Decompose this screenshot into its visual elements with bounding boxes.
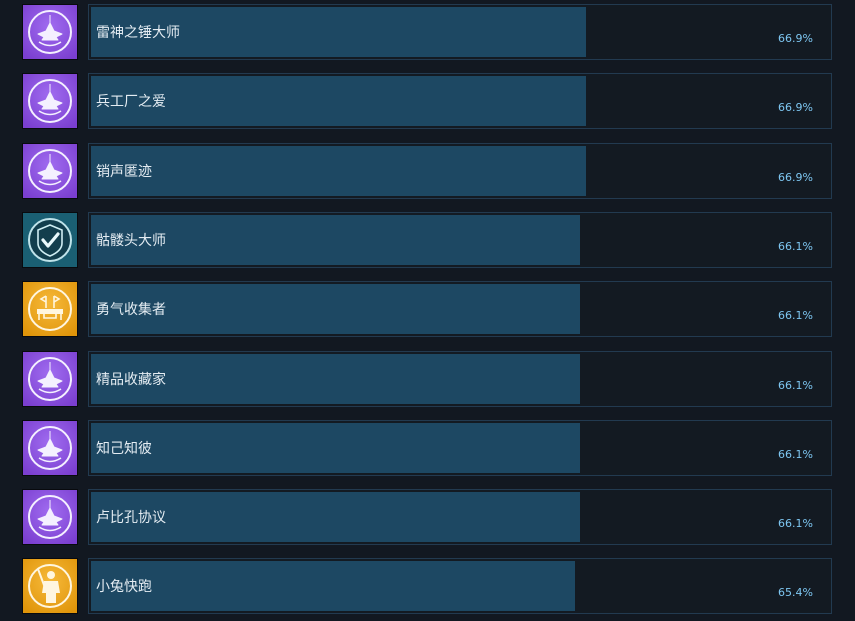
achievement-row: 销声匿迹 66.9% [0, 143, 855, 205]
achievement-percent: 66.1% [778, 379, 813, 392]
achievement-name: 精品收藏家 [96, 372, 166, 388]
achievement-row: 卢比孔协议 66.1% [0, 489, 855, 551]
soldier-icon [22, 558, 78, 614]
tower-icon [22, 420, 78, 476]
achievement-name: 销声匿迹 [96, 164, 152, 180]
checkmark-shield-icon [22, 212, 78, 268]
tower-icon [22, 73, 78, 129]
achievement-percent: 66.1% [778, 517, 813, 530]
progress-bar: 骷髅头大师 66.1% [88, 212, 832, 268]
achievement-row: 雷神之锤大师 66.9% [0, 4, 855, 66]
progress-bar: 小兔快跑 65.4% [88, 558, 832, 614]
achievement-name: 骷髅头大师 [96, 233, 166, 249]
tower-icon [22, 143, 78, 199]
achievement-row: 骷髅头大师 66.1% [0, 212, 855, 274]
achievement-name: 知己知彼 [96, 441, 152, 457]
achievement-name: 卢比孔协议 [96, 510, 166, 526]
achievement-percent: 66.9% [778, 32, 813, 45]
achievement-row: 知己知彼 66.1% [0, 420, 855, 482]
tower-icon [22, 489, 78, 545]
achievement-percent: 66.1% [778, 240, 813, 253]
achievement-row: 精品收藏家 66.1% [0, 351, 855, 413]
achievement-percent: 65.4% [778, 586, 813, 599]
achievement-row: 小兔快跑 65.4% [0, 558, 855, 620]
achievement-row: 勇气收集者 66.1% [0, 281, 855, 343]
achievement-row: 兵工厂之爱 66.9% [0, 73, 855, 135]
progress-bar: 销声匿迹 66.9% [88, 143, 832, 199]
progress-bar: 雷神之锤大师 66.9% [88, 4, 832, 60]
tower-icon [22, 351, 78, 407]
achievement-list: 雷神之锤大师 66.9% 兵工厂之爱 66.9% 销声匿迹 66.9% 骷髅头大师 66.1%… [0, 0, 855, 621]
progress-bar-fill [91, 561, 575, 611]
achievement-percent: 66.9% [778, 171, 813, 184]
progress-bar-fill [91, 146, 586, 196]
progress-bar: 兵工厂之爱 66.9% [88, 73, 832, 129]
progress-bar: 勇气收集者 66.1% [88, 281, 832, 337]
tower-icon [22, 4, 78, 60]
progress-bar: 精品收藏家 66.1% [88, 351, 832, 407]
flags-desk-icon [22, 281, 78, 337]
achievement-percent: 66.9% [778, 101, 813, 114]
achievement-percent: 66.1% [778, 448, 813, 461]
progress-bar: 知己知彼 66.1% [88, 420, 832, 476]
achievement-percent: 66.1% [778, 309, 813, 322]
achievement-name: 小兔快跑 [96, 579, 152, 595]
achievement-name: 兵工厂之爱 [96, 94, 166, 110]
progress-bar-fill [91, 423, 580, 473]
achievement-name: 雷神之锤大师 [96, 25, 180, 41]
progress-bar: 卢比孔协议 66.1% [88, 489, 832, 545]
achievement-name: 勇气收集者 [96, 302, 166, 318]
